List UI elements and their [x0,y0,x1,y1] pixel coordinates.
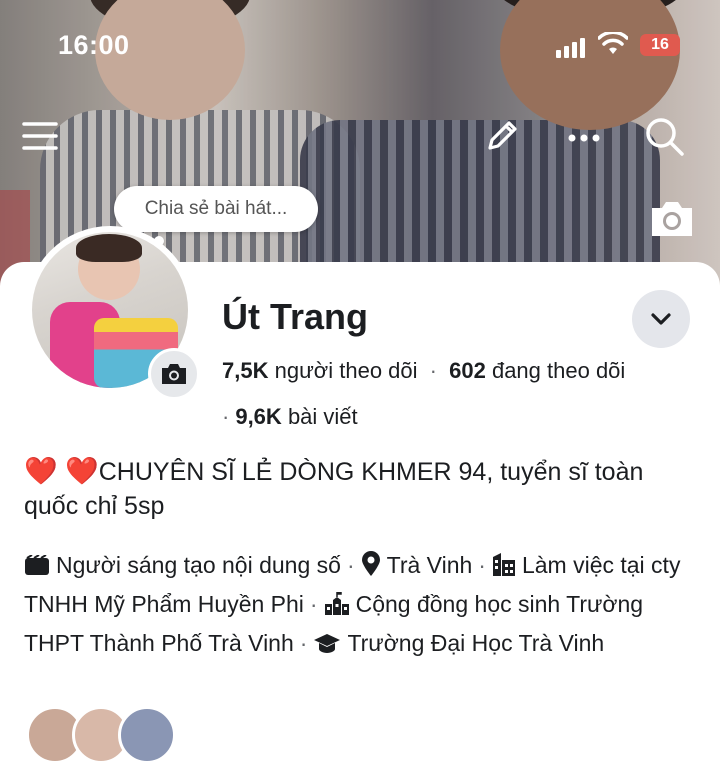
profile-name: Út Trang [222,296,369,337]
separator-dot: · [429,358,437,383]
separator-dot: · [222,404,230,429]
chevron-down-icon[interactable] [632,290,690,348]
profile-bio: ❤️ ❤️CHUYÊN SĨ LẺ DÒNG KHMER 94, tuyển s… [24,454,704,523]
battery-indicator: 16 [640,34,680,56]
search-icon[interactable] [640,112,688,160]
status-bar: 16:00 16 [0,30,720,64]
wifi-icon [597,30,629,61]
avatar-camera-icon[interactable] [148,348,200,400]
more-icon[interactable] [560,112,608,160]
followers-count[interactable]: 7,5K [222,358,268,383]
top-navigation [0,112,720,162]
posts-count: 9,6K [235,404,282,429]
share-song-bubble[interactable]: Chia sẻ bài hát... [114,186,318,232]
following-label[interactable]: đang theo dõi [492,358,625,383]
detail-location[interactable]: Trà Vinh [387,552,473,578]
post-stats: · 9,6K bài viết [222,404,358,430]
location-icon [361,551,381,587]
posts-label: bài viết [287,404,358,429]
detail-education[interactable]: Trường Đại Học Trà Vinh [347,630,604,656]
profile-details: Người sáng tạo nội dung số · Trà Vinh · Làm … [24,548,704,665]
camera-icon[interactable] [648,196,696,240]
bio-hearts: ❤️ ❤️ [24,456,99,486]
graduation-cap-icon [313,630,341,665]
building-icon [492,551,516,587]
edit-icon[interactable] [478,112,526,160]
bio-text: CHUYÊN SĨ LẺ DÒNG KHMER 94, tuyển sĩ toà… [24,458,644,520]
menu-icon[interactable] [16,112,64,160]
video-icon [24,552,50,587]
mutual-friends-avatars[interactable] [26,706,176,764]
follow-stats: 7,5K người theo dõi · 602 đang theo dõi [222,358,625,384]
school-icon [324,591,350,626]
following-count[interactable]: 602 [449,358,486,383]
cellular-signal-icon [556,36,585,58]
friend-avatar [118,706,176,764]
detail-creator: Người sáng tạo nội dung số [56,552,341,578]
status-time: 16:00 [58,30,130,60]
followers-label[interactable]: người theo dõi [275,358,418,383]
